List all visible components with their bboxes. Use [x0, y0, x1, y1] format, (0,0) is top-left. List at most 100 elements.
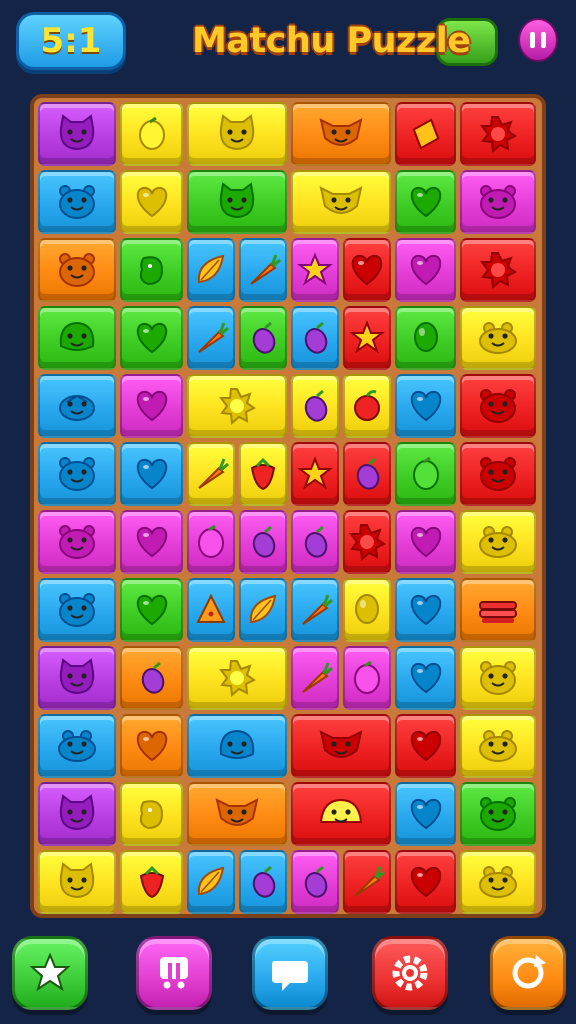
- tile-lemon[interactable]: [343, 646, 391, 710]
- tile-sun[interactable]: [460, 102, 536, 166]
- restart-button[interactable]: [490, 936, 566, 1010]
- tile-leaf[interactable]: [187, 850, 235, 914]
- tile-bear-face[interactable]: [38, 170, 116, 234]
- tile-apple[interactable]: [343, 374, 391, 438]
- tile-bear-face[interactable]: [460, 170, 536, 234]
- tile-carrot[interactable]: [239, 238, 287, 302]
- tile-heart[interactable]: [120, 170, 183, 234]
- tile-heart[interactable]: [343, 238, 391, 302]
- pause-button[interactable]: [518, 18, 558, 62]
- tile-eggplant[interactable]: [239, 306, 287, 370]
- tile-frog-face[interactable]: [460, 714, 536, 778]
- tile-cat-face[interactable]: [38, 782, 116, 846]
- tile-star[interactable]: [291, 442, 339, 506]
- tile-fox-face[interactable]: [291, 714, 391, 778]
- eggplant-icon: [356, 457, 380, 490]
- tile-star[interactable]: [291, 238, 339, 302]
- tile-blob-face[interactable]: [187, 714, 287, 778]
- chat-button[interactable]: [252, 936, 328, 1010]
- tile-bear-face[interactable]: [38, 442, 116, 506]
- tile-fox-face[interactable]: [187, 782, 287, 846]
- tile-heart[interactable]: [120, 578, 183, 642]
- tile-eggplant[interactable]: [291, 850, 339, 914]
- cat-face-icon: [59, 862, 95, 899]
- tile-sun[interactable]: [460, 238, 536, 302]
- tile-heart[interactable]: [120, 442, 183, 506]
- tile-strawberry[interactable]: [120, 850, 183, 914]
- tile-carrot[interactable]: [187, 306, 235, 370]
- tile-taco-face[interactable]: [291, 782, 391, 846]
- tile-frog-face[interactable]: [38, 714, 116, 778]
- tile-bear-face[interactable]: [460, 374, 536, 438]
- tile-cat-face[interactable]: [38, 850, 116, 914]
- tile-eggplant[interactable]: [120, 646, 183, 710]
- tile-sun[interactable]: [343, 510, 391, 574]
- tile-frog-face[interactable]: [460, 850, 536, 914]
- tile-star[interactable]: [343, 306, 391, 370]
- tile-balloon[interactable]: [343, 578, 391, 642]
- tile-heart[interactable]: [120, 374, 183, 438]
- eggplant-icon: [304, 321, 328, 354]
- tile-carrot[interactable]: [291, 578, 339, 642]
- tile-blob-face[interactable]: [38, 306, 116, 370]
- tile-blob[interactable]: [120, 782, 183, 846]
- tile-diamond[interactable]: [395, 102, 456, 166]
- tile-eggplant[interactable]: [239, 510, 287, 574]
- tile-heart[interactable]: [395, 714, 456, 778]
- tile-eggplant[interactable]: [291, 306, 339, 370]
- tile-leaf[interactable]: [187, 238, 235, 302]
- tile-leaf[interactable]: [239, 578, 287, 642]
- star-button[interactable]: [12, 936, 88, 1010]
- tile-balloon[interactable]: [395, 306, 456, 370]
- tile-heart[interactable]: [395, 510, 456, 574]
- tile-heart[interactable]: [395, 170, 456, 234]
- tile-eggplant[interactable]: [239, 850, 287, 914]
- tile-eggplant[interactable]: [291, 510, 339, 574]
- tile-heart[interactable]: [120, 510, 183, 574]
- tile-lemon[interactable]: [187, 510, 235, 574]
- tile-heart[interactable]: [395, 850, 456, 914]
- tile-cat-face[interactable]: [187, 102, 287, 166]
- tile-carrot[interactable]: [343, 850, 391, 914]
- tile-cat-face[interactable]: [187, 170, 287, 234]
- tile-eggplant[interactable]: [291, 374, 339, 438]
- tile-bear-face[interactable]: [38, 578, 116, 642]
- tile-heart[interactable]: [120, 714, 183, 778]
- tile-carrot[interactable]: [187, 442, 235, 506]
- tile-sun[interactable]: [187, 374, 287, 438]
- heart-icon: [410, 594, 441, 626]
- tile-frog-face[interactable]: [460, 510, 536, 574]
- eggplant-icon: [304, 865, 328, 898]
- tile-blob[interactable]: [120, 238, 183, 302]
- tile-heart[interactable]: [395, 238, 456, 302]
- tile-strawberry[interactable]: [239, 442, 287, 506]
- tile-bear-face[interactable]: [38, 238, 116, 302]
- tile-carrot[interactable]: [291, 646, 339, 710]
- tile-lemon[interactable]: [120, 102, 183, 166]
- tile-cat-face[interactable]: [38, 646, 116, 710]
- tile-bear-face[interactable]: [460, 646, 536, 710]
- tile-heart[interactable]: [395, 782, 456, 846]
- tile-heart[interactable]: [395, 374, 456, 438]
- boosters-button[interactable]: [136, 936, 212, 1010]
- apple-icon: [354, 390, 380, 421]
- tile-lemon[interactable]: [395, 442, 456, 506]
- tile-sun[interactable]: [187, 646, 287, 710]
- tile-heart[interactable]: [395, 578, 456, 642]
- tile-frog-face[interactable]: [460, 306, 536, 370]
- settings-button[interactable]: [372, 936, 448, 1010]
- tile-bear-face[interactable]: [460, 442, 536, 506]
- tile-cat-face[interactable]: [38, 102, 116, 166]
- tile-fox-face[interactable]: [291, 170, 391, 234]
- tile-heart[interactable]: [395, 646, 456, 710]
- tile-turtle[interactable]: [38, 374, 116, 438]
- tile-pizza[interactable]: [187, 578, 235, 642]
- tile-bear-face[interactable]: [38, 510, 116, 574]
- frog-face-icon: [479, 866, 517, 898]
- tile-bear-face[interactable]: [460, 782, 536, 846]
- blob-face-icon: [219, 729, 255, 759]
- tile-cake[interactable]: [460, 578, 536, 642]
- tile-eggplant[interactable]: [343, 442, 391, 506]
- tile-heart[interactable]: [120, 306, 183, 370]
- tile-fox-face[interactable]: [291, 102, 391, 166]
